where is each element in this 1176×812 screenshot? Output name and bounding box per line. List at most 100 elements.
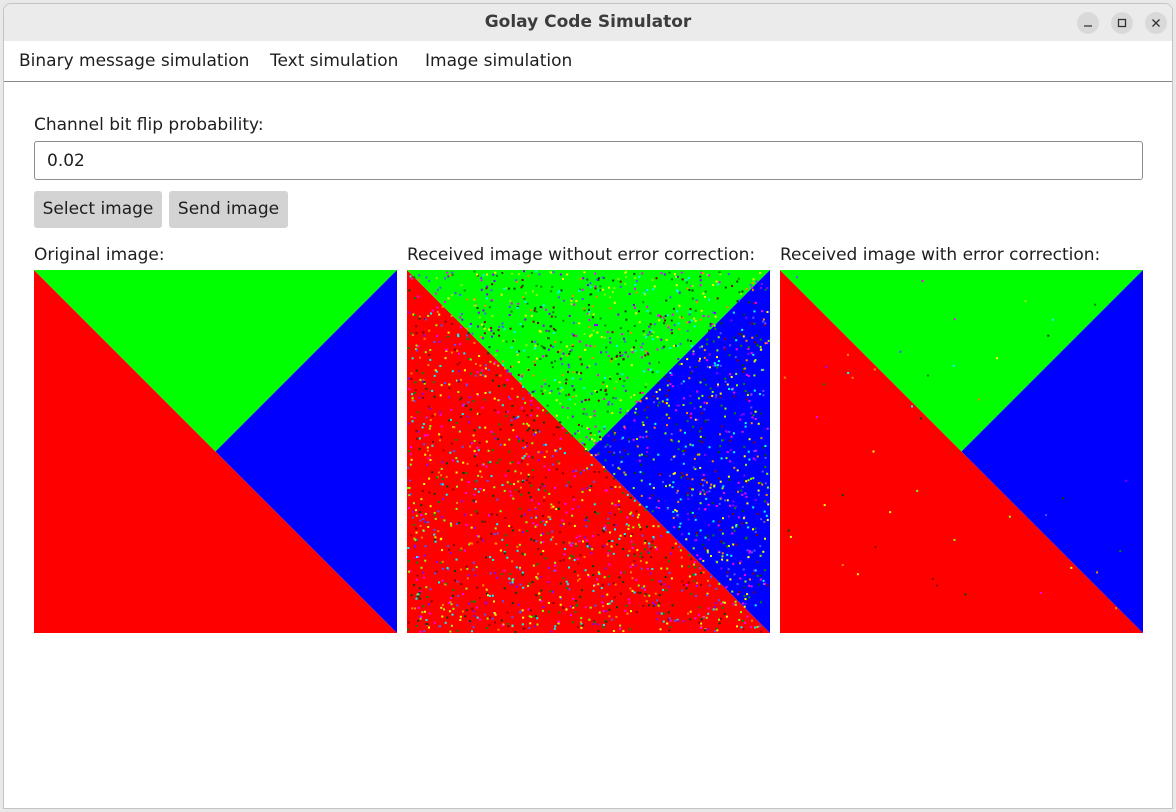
noise-pixel	[493, 397, 496, 400]
noise-pixel	[411, 357, 414, 360]
noise-pixel	[422, 331, 425, 334]
noise-pixel	[707, 607, 710, 610]
noise-pixel	[669, 371, 672, 374]
noise-pixel	[666, 531, 669, 534]
noise-pixel	[420, 536, 423, 539]
noise-pixel	[619, 327, 622, 330]
noise-pixel	[743, 383, 745, 386]
noise-pixel	[640, 567, 643, 570]
noise-pixel	[700, 618, 703, 621]
noise-pixel	[533, 309, 536, 312]
noise-pixel	[466, 337, 469, 340]
noise-pixel	[500, 619, 503, 622]
noise-pixel	[571, 434, 574, 437]
noise-pixel	[548, 392, 551, 394]
noise-pixel	[715, 587, 718, 590]
noise-pixel	[534, 431, 537, 434]
noise-pixel	[688, 313, 691, 316]
noise-pixel	[732, 562, 735, 565]
noise-pixel	[743, 455, 746, 458]
noise-pixel	[537, 459, 540, 462]
noise-pixel	[439, 538, 442, 541]
noise-pixel	[460, 568, 462, 571]
noise-pixel	[511, 387, 514, 390]
noise-pixel	[450, 442, 453, 445]
noise-pixel	[541, 532, 544, 535]
noise-pixel	[622, 630, 625, 633]
noise-pixel	[716, 297, 719, 300]
noise-pixel	[668, 271, 671, 274]
noise-pixel	[582, 412, 585, 415]
noise-pixel	[552, 311, 555, 314]
noise-pixel	[455, 507, 458, 510]
noise-pixel	[490, 289, 493, 292]
noise-pixel	[450, 603, 453, 606]
noise-pixel	[455, 422, 458, 424]
noise-pixel	[441, 498, 444, 501]
noise-pixel	[651, 540, 654, 543]
noise-pixel	[644, 386, 647, 389]
noise-pixel	[656, 348, 659, 351]
noise-pixel	[561, 519, 564, 522]
noise-pixel	[597, 399, 600, 402]
send-image-button[interactable]: Send image	[169, 191, 288, 228]
noise-pixel	[927, 374, 929, 377]
noise-pixel	[590, 454, 593, 457]
noise-pixel	[717, 599, 720, 602]
noise-pixel	[735, 543, 738, 546]
noise-pixel	[715, 608, 718, 611]
noise-pixel	[641, 587, 644, 589]
probability-input[interactable]	[34, 141, 1143, 180]
noise-pixel	[745, 536, 748, 539]
noise-pixel	[452, 488, 455, 491]
noise-pixel	[490, 430, 493, 433]
noise-pixel	[699, 466, 702, 469]
noise-pixel	[501, 271, 504, 274]
tab-text-simulation[interactable]: Text simulation	[270, 41, 398, 81]
noise-pixel	[572, 470, 575, 473]
noise-pixel	[433, 514, 436, 517]
no-correction-image-label: Received image without error correction:	[407, 245, 756, 265]
noise-pixel	[682, 453, 685, 456]
title-bar[interactable]: Golay Code Simulator	[4, 4, 1172, 42]
select-image-button[interactable]: Select image	[34, 191, 162, 228]
noise-pixel	[588, 546, 591, 549]
noise-pixel	[578, 355, 581, 358]
noise-pixel	[524, 300, 527, 303]
noise-pixel	[717, 336, 720, 339]
noise-pixel	[519, 378, 522, 381]
maximize-button[interactable]	[1111, 12, 1133, 34]
noise-pixel	[726, 451, 729, 454]
noise-pixel	[473, 526, 476, 529]
noise-pixel	[640, 479, 643, 482]
noise-pixel	[677, 322, 680, 325]
noise-pixel	[546, 404, 549, 407]
close-button[interactable]	[1145, 12, 1167, 34]
tab-binary-message-simulation[interactable]: Binary message simulation	[19, 41, 249, 81]
noise-pixel	[672, 472, 675, 475]
noise-pixel	[635, 291, 638, 294]
minimize-button[interactable]	[1077, 12, 1099, 34]
noise-pixel	[889, 511, 892, 514]
noise-pixel	[511, 461, 514, 464]
noise-pixel	[645, 600, 648, 603]
noise-pixel	[527, 455, 530, 458]
noise-pixel	[608, 401, 611, 403]
noise-pixel	[656, 599, 658, 602]
noise-pixel	[660, 612, 663, 615]
noise-pixel	[633, 419, 636, 422]
tab-image-simulation[interactable]: Image simulation	[425, 41, 572, 81]
noise-pixel	[447, 335, 449, 338]
noise-pixel	[575, 545, 578, 548]
noise-pixel	[517, 302, 520, 305]
noise-pixel	[558, 611, 561, 614]
noise-pixel	[414, 381, 417, 384]
noise-pixel	[606, 443, 609, 446]
noise-pixel	[593, 414, 596, 417]
noise-pixel	[421, 372, 424, 375]
noise-pixel	[679, 549, 682, 552]
noise-pixel	[759, 545, 762, 548]
noise-pixel	[528, 627, 531, 629]
noise-pixel	[459, 293, 462, 296]
noise-pixel	[733, 529, 736, 532]
